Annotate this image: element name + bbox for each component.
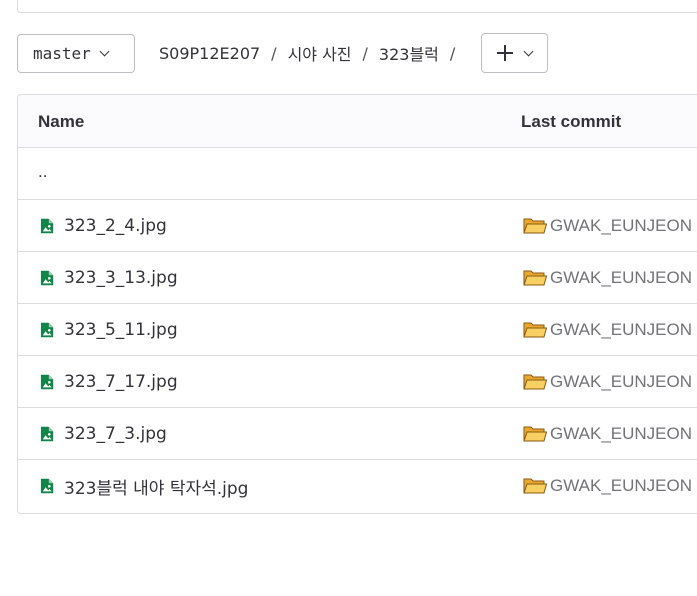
file-name-link[interactable]: 323_5_11.jpg [64, 320, 178, 340]
file-name-link[interactable]: 323_2_4.jpg [64, 216, 167, 236]
folder-icon [523, 478, 547, 494]
breadcrumb-separator: / [271, 43, 277, 63]
commit-message-link[interactable]: GWAK_EUNJEON [550, 424, 692, 444]
commit-message-link[interactable]: GWAK_EUNJEON [550, 476, 692, 496]
image-file-icon [41, 426, 54, 442]
folder-icon [523, 426, 547, 442]
image-file-icon [41, 270, 54, 286]
breadcrumb-folder[interactable]: 시야 사진 [288, 41, 352, 65]
chevron-down-icon [99, 46, 110, 56]
file-name-cell: 323_5_11.jpg [40, 304, 178, 356]
breadcrumb: S09P12E207 / 시야 사진 / 323블럭 / [159, 41, 466, 65]
image-file-icon [41, 322, 54, 338]
image-file-icon [41, 478, 54, 494]
commit-message-link[interactable]: GWAK_EUNJEON [550, 372, 692, 392]
last-commit-cell: GWAK_EUNJEON [523, 408, 692, 460]
breadcrumb-separator: / [449, 43, 456, 63]
file-name-cell: 323_7_17.jpg [40, 356, 178, 408]
last-commit-cell: GWAK_EUNJEON [523, 304, 692, 356]
table-row[interactable]: 323_3_13.jpg GWAK_EUNJEON [18, 252, 697, 304]
image-file-icon [41, 374, 54, 390]
repo-toolbar: master S09P12E207 / 시야 사진 / 323블럭 / [17, 33, 549, 73]
chevron-down-icon [523, 46, 534, 56]
table-row[interactable]: 323_5_11.jpg GWAK_EUNJEON [18, 304, 697, 356]
folder-icon [523, 322, 547, 338]
breadcrumb-separator: / [362, 43, 368, 63]
branch-name: master [33, 43, 91, 63]
table-header: Name Last commit [18, 95, 697, 148]
folder-icon [523, 218, 547, 234]
column-header-name: Name [38, 112, 85, 131]
folder-icon [523, 374, 547, 390]
commit-message-link[interactable]: GWAK_EUNJEON [550, 216, 692, 236]
table-row[interactable]: 323_2_4.jpg GWAK_EUNJEON [18, 200, 697, 252]
branch-selector[interactable]: master [17, 33, 135, 73]
commit-message-link[interactable]: GWAK_EUNJEON [550, 268, 692, 288]
table-row[interactable]: 323블럭 내야 탁자석.jpg GWAK_EUNJEON [18, 460, 697, 512]
last-commit-cell: GWAK_EUNJEON [523, 200, 692, 252]
file-name-link[interactable]: 323_7_17.jpg [64, 372, 178, 392]
file-name-link[interactable]: 323_7_3.jpg [64, 424, 167, 444]
plus-icon [497, 45, 514, 61]
last-commit-cell: GWAK_EUNJEON [523, 252, 692, 304]
file-name-link[interactable]: 323블럭 내야 탁자석.jpg [64, 474, 248, 499]
file-name-cell: 323_7_3.jpg [40, 408, 167, 460]
file-tree-table: Name Last commit .. 323_2_4.jpg GWAK_EUN… [17, 94, 697, 514]
previous-panel-edge [17, 0, 697, 13]
last-commit-cell: GWAK_EUNJEON [523, 460, 692, 512]
file-name-cell: 323_2_4.jpg [40, 200, 167, 252]
image-file-icon [41, 218, 54, 234]
breadcrumb-current-folder[interactable]: 323블럭 [379, 41, 439, 65]
last-commit-cell: GWAK_EUNJEON [523, 356, 692, 408]
table-row[interactable]: 323_7_17.jpg GWAK_EUNJEON [18, 356, 697, 408]
file-name-cell: 323블럭 내야 탁자석.jpg [40, 460, 248, 512]
parent-directory-link[interactable]: .. [38, 162, 47, 182]
parent-directory-row[interactable]: .. [18, 148, 697, 200]
add-to-tree-button[interactable] [481, 33, 549, 73]
column-header-last-commit: Last commit [521, 112, 622, 131]
file-name-cell: 323_3_13.jpg [40, 252, 178, 304]
commit-message-link[interactable]: GWAK_EUNJEON [550, 320, 692, 340]
breadcrumb-project[interactable]: S09P12E207 [159, 44, 260, 63]
folder-icon [523, 270, 547, 286]
file-name-link[interactable]: 323_3_13.jpg [64, 268, 178, 288]
table-row[interactable]: 323_7_3.jpg GWAK_EUNJEON [18, 408, 697, 460]
